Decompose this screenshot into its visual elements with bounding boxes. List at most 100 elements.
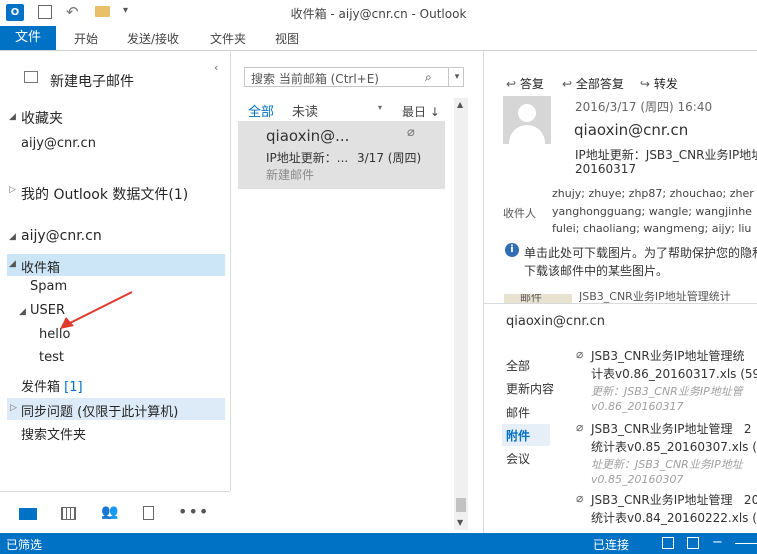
attachment-icon: ⌀: [407, 125, 415, 140]
avatar[interactable]: [503, 96, 551, 144]
search-scope-dropdown-icon[interactable]: ▾: [448, 67, 465, 87]
people-tab-meetings[interactable]: 会议: [506, 450, 530, 467]
message-date: 3/17 (周四): [357, 151, 422, 165]
scroll-down-icon[interactable]: ▼: [457, 518, 463, 527]
list-item[interactable]: qiaoxin@... ⌀ IP地址更新：... 3/17 (周四) 新建邮件: [238, 121, 445, 189]
tab-send-receive[interactable]: 发送/接收: [127, 30, 179, 47]
account-header[interactable]: aijy@cnr.cn: [21, 228, 102, 244]
tab-file[interactable]: 文件: [0, 26, 56, 50]
status-bar: 已筛选 已连接 −: [0, 533, 757, 554]
sidebar-item-sync-issues[interactable]: ▷ 同步问题 (仅限于此计算机): [7, 398, 225, 420]
message-datetime: 2016/3/17 (周四) 16:40: [575, 100, 713, 114]
attachment-item-file[interactable]: 统计表v0.85_20160307.xls (70: [591, 438, 757, 455]
more-icon[interactable]: •••: [178, 502, 209, 521]
reading-pane: ↩ 答复 ↩ 全部答复 ↪ 转发 2016/3/17 (周四) 16:40 qi…: [484, 51, 757, 533]
message-subject: IP地址更新：...: [266, 151, 349, 165]
reply-icon: ↩: [506, 77, 517, 91]
reply-all-button[interactable]: ↩ 全部答复: [562, 75, 624, 92]
collapse-pane-icon[interactable]: ‹: [214, 61, 218, 74]
favorites-header[interactable]: 收藏夹: [21, 108, 63, 128]
zoom-slider[interactable]: [735, 543, 757, 544]
attachment-item-title[interactable]: JSB3_CNR业务IP地址管理 20: [591, 491, 757, 508]
mail-icon[interactable]: [19, 508, 37, 520]
attachment-icon: ⌀: [576, 347, 584, 361]
expand-user-icon[interactable]: ◢: [19, 307, 26, 317]
status-connected: 已连接: [593, 538, 630, 552]
forward-icon: ↪: [640, 77, 651, 91]
expand-sync-icon[interactable]: ▷: [10, 403, 17, 413]
folder-pane: 新建电子邮件 ‹ ◢ 收藏夹 aijy@cnr.cn ▷ 我的 Outlook …: [0, 51, 231, 491]
expand-data-file-icon[interactable]: ▷: [9, 185, 16, 195]
reply-all-label: 全部答复: [575, 77, 624, 91]
recipients-line-1: zhujy; zhuye; zhp87; zhouchao; zher: [552, 187, 754, 200]
expand-inbox-icon[interactable]: ◢: [9, 259, 16, 269]
attachment-file[interactable]: JSB3_CNR业务IP地址管理统计: [579, 288, 731, 304]
status-filtered: 已筛选: [6, 538, 43, 552]
search-icon[interactable]: ⌕: [425, 70, 432, 85]
people-tab-label: 附件: [506, 429, 531, 443]
sort-button[interactable]: 最日 ↓: [402, 103, 440, 120]
scroll-thumb[interactable]: [456, 498, 466, 512]
people-icon[interactable]: 👥: [101, 504, 118, 520]
forward-label: 转发: [653, 77, 678, 91]
message-list-scrollbar[interactable]: ▲ ▼: [454, 98, 468, 530]
attachment-item-title[interactable]: JSB3_CNR业务IP地址管理统: [591, 347, 745, 364]
sidebar-item-label: 同步问题 (仅限于此计算机): [21, 405, 179, 420]
pane-divider: [484, 303, 757, 304]
search-input[interactable]: 搜索 当前邮箱 (Ctrl+E): [251, 70, 379, 87]
expand-favorites-icon[interactable]: ◢: [9, 112, 16, 122]
filter-all[interactable]: 全部: [248, 101, 274, 120]
new-mail-icon[interactable]: [24, 71, 38, 83]
attachment-icon: ⌀: [576, 420, 584, 434]
attachment-item-title[interactable]: JSB3_CNR业务IP地址管理 2: [591, 420, 752, 437]
attachment-item-file[interactable]: 计表v0.86_20160317.xls (598: [591, 365, 757, 382]
my-outlook-data-file[interactable]: 我的 Outlook 数据文件(1): [21, 184, 188, 204]
calendar-icon[interactable]: [61, 507, 76, 520]
filter-unread[interactable]: 未读: [292, 101, 318, 120]
subject-line-2: 20160317: [575, 162, 637, 176]
forward-button[interactable]: ↪ 转发: [640, 75, 678, 92]
people-tab-updates[interactable]: 更新内容: [506, 380, 554, 397]
filter-dropdown-icon[interactable]: ▾: [378, 103, 382, 112]
tasks-icon[interactable]: [143, 506, 154, 520]
tab-home[interactable]: 开始: [74, 30, 98, 47]
reading-view-icon[interactable]: [687, 537, 699, 549]
message-sender: qiaoxin@...: [266, 127, 350, 145]
subject-line: IP地址更新：JSB3_CNR业务IP地址: [575, 148, 757, 162]
ribbon-tabs: 文件 开始 发送/接收 文件夹 视图: [0, 26, 757, 51]
people-tab-mail[interactable]: 邮件: [506, 404, 530, 421]
tab-view[interactable]: 视图: [275, 30, 299, 47]
sender-name[interactable]: qiaoxin@cnr.cn: [574, 121, 688, 139]
expand-account-icon[interactable]: ◢: [9, 232, 16, 242]
window-title: 收件箱 - aijy@cnr.cn - Outlook: [290, 7, 467, 21]
normal-view-icon[interactable]: [662, 537, 674, 549]
scroll-up-icon[interactable]: ▲: [457, 100, 463, 109]
recipients-line-3: fulei; chaoliang; wangmeng; aijy; liu: [552, 222, 752, 235]
favorite-account[interactable]: aijy@cnr.cn: [21, 136, 96, 151]
reply-button[interactable]: ↩ 答复: [506, 75, 544, 92]
reply-all-icon: ↩: [562, 77, 573, 91]
attachment-item-note: 更新：JSB3_CNR业务IP地址管: [591, 385, 743, 398]
download-pictures-notice[interactable]: 单击此处可下载图片。为了帮助保护您的隐私: [524, 244, 757, 261]
sidebar-item-test[interactable]: test: [39, 350, 64, 365]
message-list: 搜索 当前邮箱 (Ctrl+E) ⌕ ▾ 全部 未读 ▾ 最日 ↓ qiaoxi…: [231, 51, 484, 533]
recipients-line-2: yanghongguang; wangle; wangjinhe: [552, 205, 752, 218]
search-box[interactable]: 搜索 当前邮箱 (Ctrl+E) ⌕ ▾: [244, 67, 464, 87]
red-arrow-annotation: [60, 291, 133, 329]
attachment-item-note-2: v0.85_20160307: [591, 473, 684, 486]
new-mail-button[interactable]: 新建电子邮件: [50, 71, 134, 91]
people-tab-attachments[interactable]: 附件: [502, 424, 550, 446]
title-bar: O ↶ ▾ 收件箱 - aijy@cnr.cn - Outlook: [0, 0, 757, 26]
tab-folder[interactable]: 文件夹: [210, 30, 246, 47]
sidebar-item-inbox[interactable]: ◢ 收件箱: [7, 254, 225, 276]
people-tab-all[interactable]: 全部: [506, 357, 530, 374]
zoom-out-icon[interactable]: −: [712, 535, 723, 550]
download-pictures-notice-2: 下载该邮件中的某些图片。: [524, 264, 669, 278]
sidebar-item-outbox[interactable]: 发件箱 [1]: [21, 376, 83, 395]
attachment-item-file[interactable]: 统计表v0.84_20160222.xls (72: [591, 509, 757, 526]
attachment-item-note: 址更新：JSB3_CNR业务IP地址: [591, 458, 743, 471]
module-switcher: 👥 •••: [0, 491, 230, 534]
reply-label: 答复: [519, 77, 544, 91]
recipients-label: 收件人: [503, 207, 536, 220]
sidebar-item-search-folders[interactable]: 搜索文件夹: [21, 424, 86, 443]
